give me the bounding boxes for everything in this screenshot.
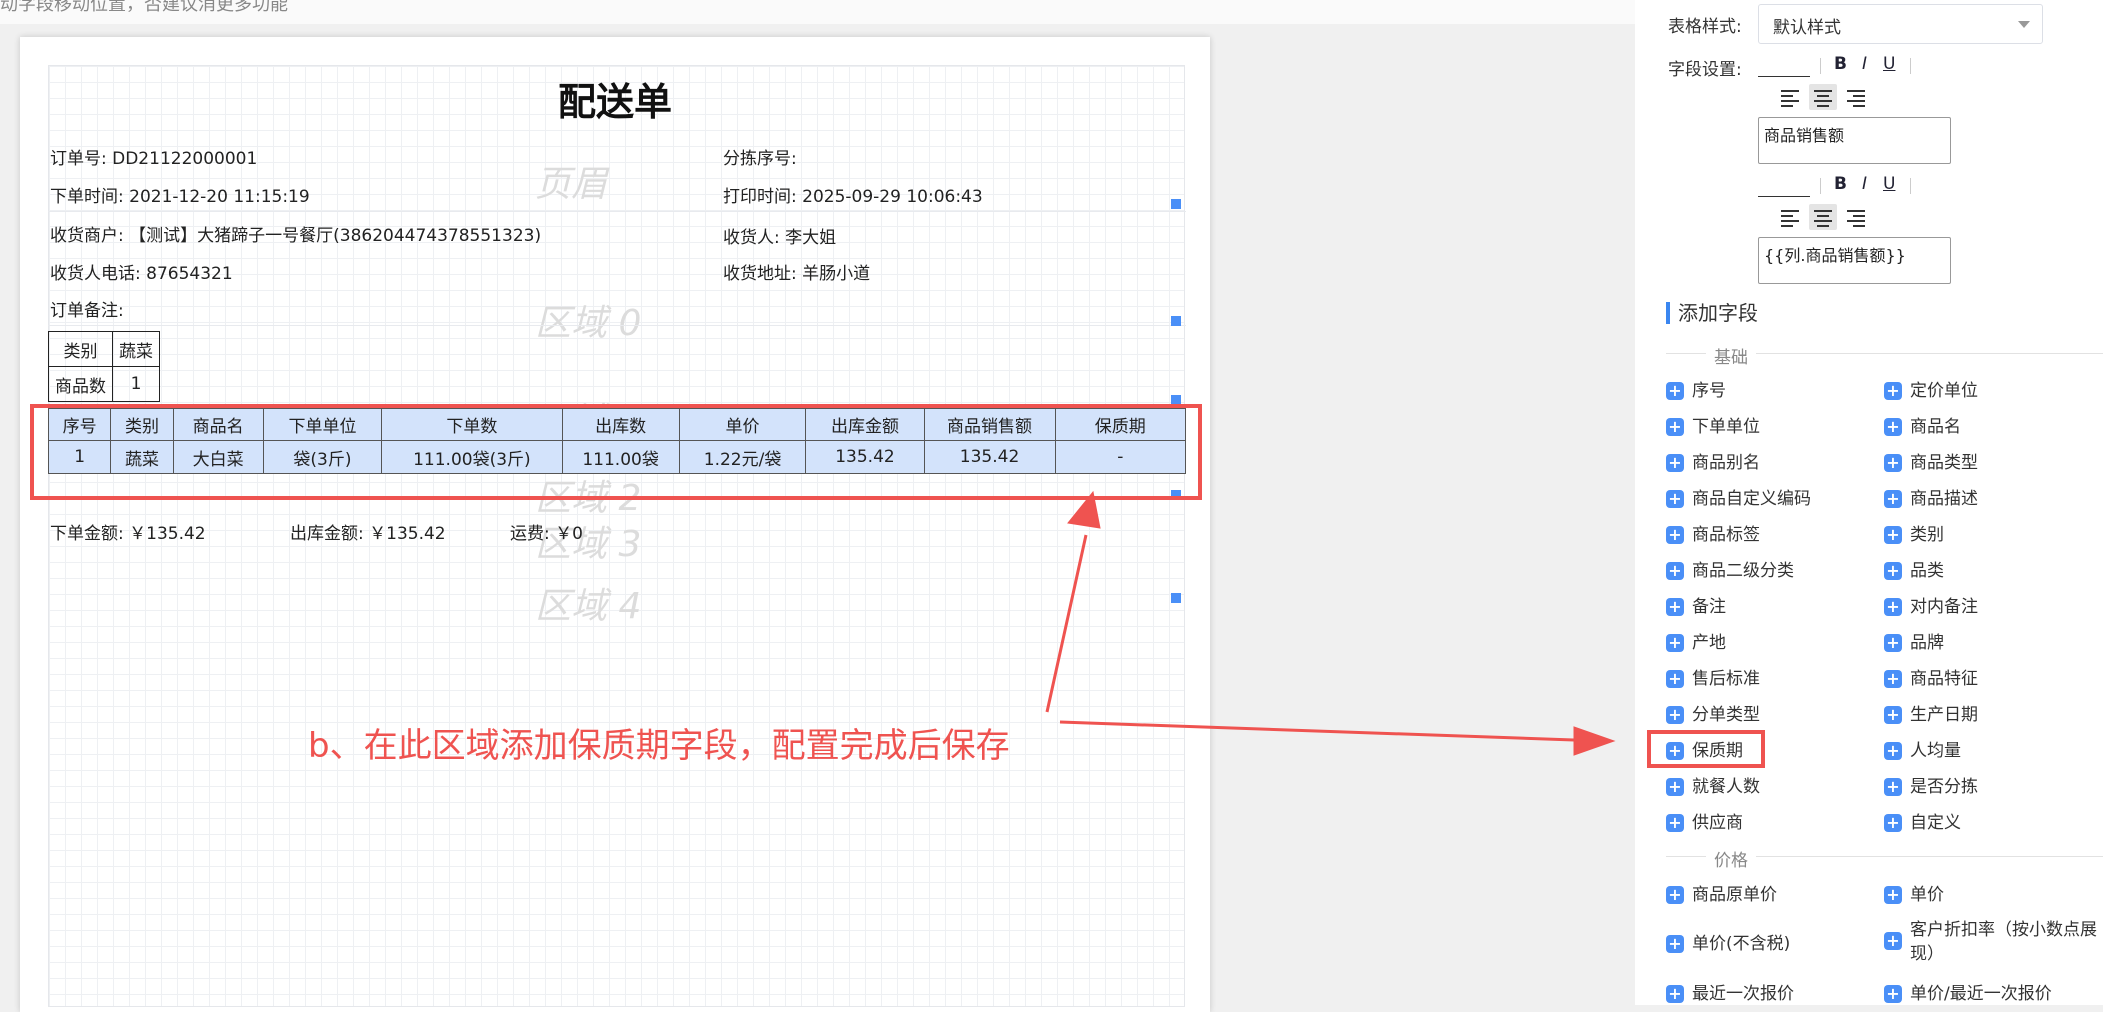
field-item[interactable]: + 就餐人数 <box>1666 776 1760 798</box>
plus-icon: + <box>1884 778 1902 796</box>
plus-icon: + <box>1884 706 1902 724</box>
plus-icon: + <box>1884 418 1902 436</box>
field-item[interactable]: + 商品自定义编码 <box>1666 488 1811 510</box>
field-item[interactable]: + 商品特征 <box>1884 668 1978 690</box>
font-size-input[interactable] <box>1758 172 1810 197</box>
group-divider-price: 价格 <box>1666 846 2103 871</box>
field-item[interactable]: + 对内备注 <box>1884 596 1978 618</box>
plus-icon: + <box>1884 526 1902 544</box>
plus-icon: + <box>1884 886 1902 904</box>
plus-icon: + <box>1884 562 1902 580</box>
align-center-icon[interactable] <box>1809 204 1837 230</box>
separator <box>1910 178 1911 194</box>
align-left-icon[interactable] <box>1776 204 1804 230</box>
bold-button[interactable]: B <box>1834 174 1847 194</box>
separator <box>1910 58 1911 74</box>
plus-icon: + <box>1666 814 1684 832</box>
field-item[interactable]: + 生产日期 <box>1884 704 1978 726</box>
arrow-up-head <box>1067 490 1101 529</box>
plus-icon: + <box>1666 382 1684 400</box>
plus-icon: + <box>1884 490 1902 508</box>
align-right-icon[interactable] <box>1842 84 1870 110</box>
separator <box>1820 58 1821 74</box>
separator <box>1820 178 1821 194</box>
plus-icon: + <box>1884 814 1902 832</box>
field-item[interactable]: + 分单类型 <box>1666 704 1760 726</box>
field-item[interactable]: + 商品别名 <box>1666 452 1760 474</box>
table-style-label: 表格样式: <box>1668 17 1742 37</box>
field-item[interactable]: + 是否分拣 <box>1884 776 1978 798</box>
plus-icon: + <box>1666 418 1684 436</box>
field-item[interactable]: + 商品描述 <box>1884 488 1978 510</box>
plus-icon: + <box>1666 634 1684 652</box>
field-item[interactable]: + 售后标准 <box>1666 668 1760 690</box>
chevron-down-icon <box>2018 21 2030 28</box>
field-settings-label: 字段设置: <box>1668 60 1742 80</box>
field-item[interactable]: + 商品二级分类 <box>1666 560 1794 582</box>
align-right-icon[interactable] <box>1842 204 1870 230</box>
field-item[interactable]: + 自定义 <box>1884 812 1961 834</box>
field-item[interactable]: + 下单单位 <box>1666 416 1760 438</box>
table-style-value: 默认样式 <box>1773 18 1841 38</box>
add-field-title: 添加字段 <box>1666 302 1758 324</box>
plus-icon: + <box>1666 598 1684 616</box>
field-item[interactable]: + 最近一次报价 <box>1666 983 1794 1005</box>
align-left-icon[interactable] <box>1776 84 1804 110</box>
highlight-shelf-life-field <box>1647 730 1765 768</box>
group-divider-basic: 基础 <box>1666 343 2103 368</box>
field-item[interactable]: + 供应商 <box>1666 812 1743 834</box>
arrow-right-head <box>1573 726 1616 756</box>
plus-icon: + <box>1884 932 1902 950</box>
group-label-basic: 基础 <box>1706 343 1756 368</box>
plus-icon: + <box>1666 886 1684 904</box>
plus-icon: + <box>1666 706 1684 724</box>
plus-icon: + <box>1884 670 1902 688</box>
plus-icon: + <box>1884 454 1902 472</box>
field-item[interactable]: + 客户折扣率（按小数点展现） <box>1884 918 2099 966</box>
cell-text-input[interactable]: {{列.商品销售额}} <box>1758 237 1951 284</box>
italic-button[interactable]: I <box>1862 174 1867 194</box>
header-text-input[interactable]: 商品销售额 <box>1758 117 1951 164</box>
plus-icon: + <box>1666 454 1684 472</box>
align-center-icon[interactable] <box>1809 84 1837 110</box>
field-item[interactable]: + 产地 <box>1666 632 1726 654</box>
plus-icon: + <box>1884 382 1902 400</box>
plus-icon: + <box>1666 526 1684 544</box>
field-item[interactable]: + 备注 <box>1666 596 1726 618</box>
arrow-right-shaft <box>1059 720 1575 742</box>
field-item[interactable]: + 类别 <box>1884 524 1944 546</box>
plus-icon: + <box>1666 778 1684 796</box>
field-item[interactable]: + 单价/最近一次报价 <box>1884 983 2052 1005</box>
underline-button[interactable]: U <box>1883 54 1895 74</box>
plus-icon: + <box>1666 985 1684 1003</box>
annotation-text: b、在此区域添加保质期字段，配置完成后保存 <box>308 726 1010 766</box>
table-style-select[interactable]: 默认样式 <box>1758 4 2043 44</box>
field-item[interactable]: + 品类 <box>1884 560 1944 582</box>
plus-icon: + <box>1666 670 1684 688</box>
field-item[interactable]: + 商品类型 <box>1884 452 1978 474</box>
field-item[interactable]: + 商品原单价 <box>1666 884 1777 906</box>
group-label-price: 价格 <box>1706 846 1756 871</box>
bold-button[interactable]: B <box>1834 54 1847 74</box>
plus-icon: + <box>1666 935 1684 953</box>
plus-icon: + <box>1884 985 1902 1003</box>
field-item[interactable]: + 序号 <box>1666 380 1726 402</box>
field-item[interactable]: + 单价(不含税) <box>1666 933 1790 955</box>
field-item[interactable]: + 单价 <box>1884 884 1944 906</box>
field-item[interactable]: + 定价单位 <box>1884 380 1978 402</box>
plus-icon: + <box>1666 562 1684 580</box>
field-item[interactable]: + 人均量 <box>1884 740 1961 762</box>
plus-icon: + <box>1884 634 1902 652</box>
plus-icon: + <box>1884 598 1902 616</box>
plus-icon: + <box>1666 490 1684 508</box>
font-size-input[interactable] <box>1758 52 1810 77</box>
arrow-up-shaft <box>1045 534 1088 713</box>
underline-button[interactable]: U <box>1883 174 1895 194</box>
plus-icon: + <box>1884 742 1902 760</box>
field-item[interactable]: + 商品标签 <box>1666 524 1760 546</box>
field-item[interactable]: + 品牌 <box>1884 632 1944 654</box>
italic-button[interactable]: I <box>1862 54 1867 74</box>
field-item[interactable]: + 商品名 <box>1884 416 1961 438</box>
